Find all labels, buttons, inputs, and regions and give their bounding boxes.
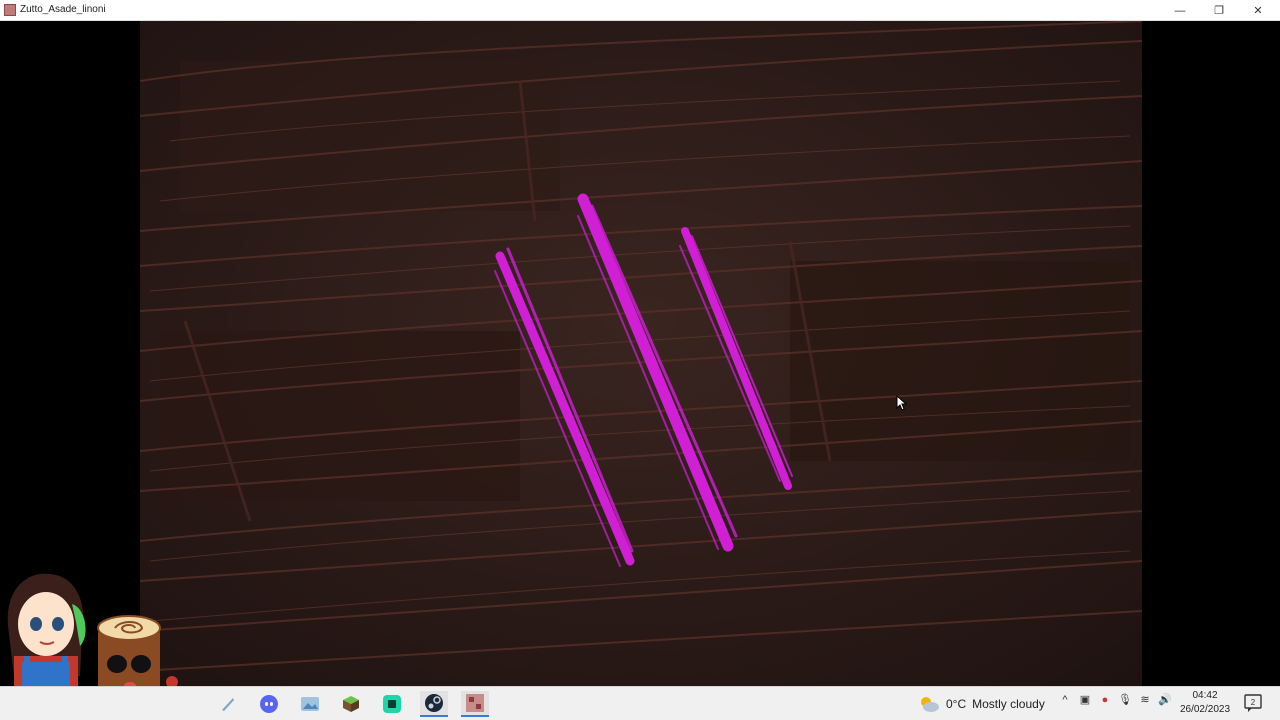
system-tray: ^ ▣ ● 🎙 ≋ 🔊 <box>1058 693 1172 707</box>
tray-chevron-icon[interactable]: ^ <box>1058 694 1072 706</box>
wood-wall-scene <box>140 21 1142 686</box>
taskbar-clock[interactable]: 04:42 26/02/2023 <box>1174 689 1236 717</box>
wifi-icon[interactable]: ≋ <box>1138 693 1152 706</box>
restore-button[interactable]: ❐ <box>1199 0 1239 21</box>
notification-count: 2 <box>1251 698 1256 707</box>
microphone-icon[interactable]: 🎙 <box>1118 693 1132 706</box>
minimize-button[interactable]: — <box>1160 0 1200 21</box>
game-viewport[interactable] <box>140 21 1142 686</box>
clock-date: 26/02/2023 <box>1179 704 1231 715</box>
quill-app-icon[interactable] <box>214 691 242 717</box>
discord-icon[interactable] <box>255 691 283 717</box>
photos-icon[interactable] <box>296 691 324 717</box>
tray-device-icon[interactable]: ▣ <box>1078 693 1092 706</box>
taskbar: 0°C Mostly cloudy ^ ▣ ● 🎙 ≋ 🔊 04:42 26/0… <box>0 686 1280 720</box>
weather-widget[interactable]: 0°C Mostly cloudy <box>918 692 1045 716</box>
clock-time: 04:42 <box>1192 690 1218 701</box>
app-icon <box>4 4 16 16</box>
cloudy-sun-icon <box>921 697 939 712</box>
tray-antivirus-icon[interactable]: ● <box>1098 694 1112 706</box>
weather-condition: Mostly cloudy <box>972 697 1045 711</box>
window-titlebar[interactable]: Zutto_Asade_linoni — ❐ ✕ <box>0 0 1280 21</box>
mouse-cursor-icon <box>896 395 908 411</box>
minecraft-icon[interactable] <box>337 691 365 717</box>
notification-center-icon[interactable]: 2 <box>1244 693 1262 713</box>
terminal-icon[interactable] <box>378 691 406 717</box>
steam-icon[interactable] <box>420 691 448 717</box>
volume-icon[interactable]: 🔊 <box>1158 693 1172 706</box>
weather-temperature: 0°C <box>946 697 967 711</box>
game-window-icon[interactable] <box>461 691 489 717</box>
close-button[interactable]: ✕ <box>1238 0 1278 21</box>
window-title: Zutto_Asade_linoni <box>20 4 106 15</box>
